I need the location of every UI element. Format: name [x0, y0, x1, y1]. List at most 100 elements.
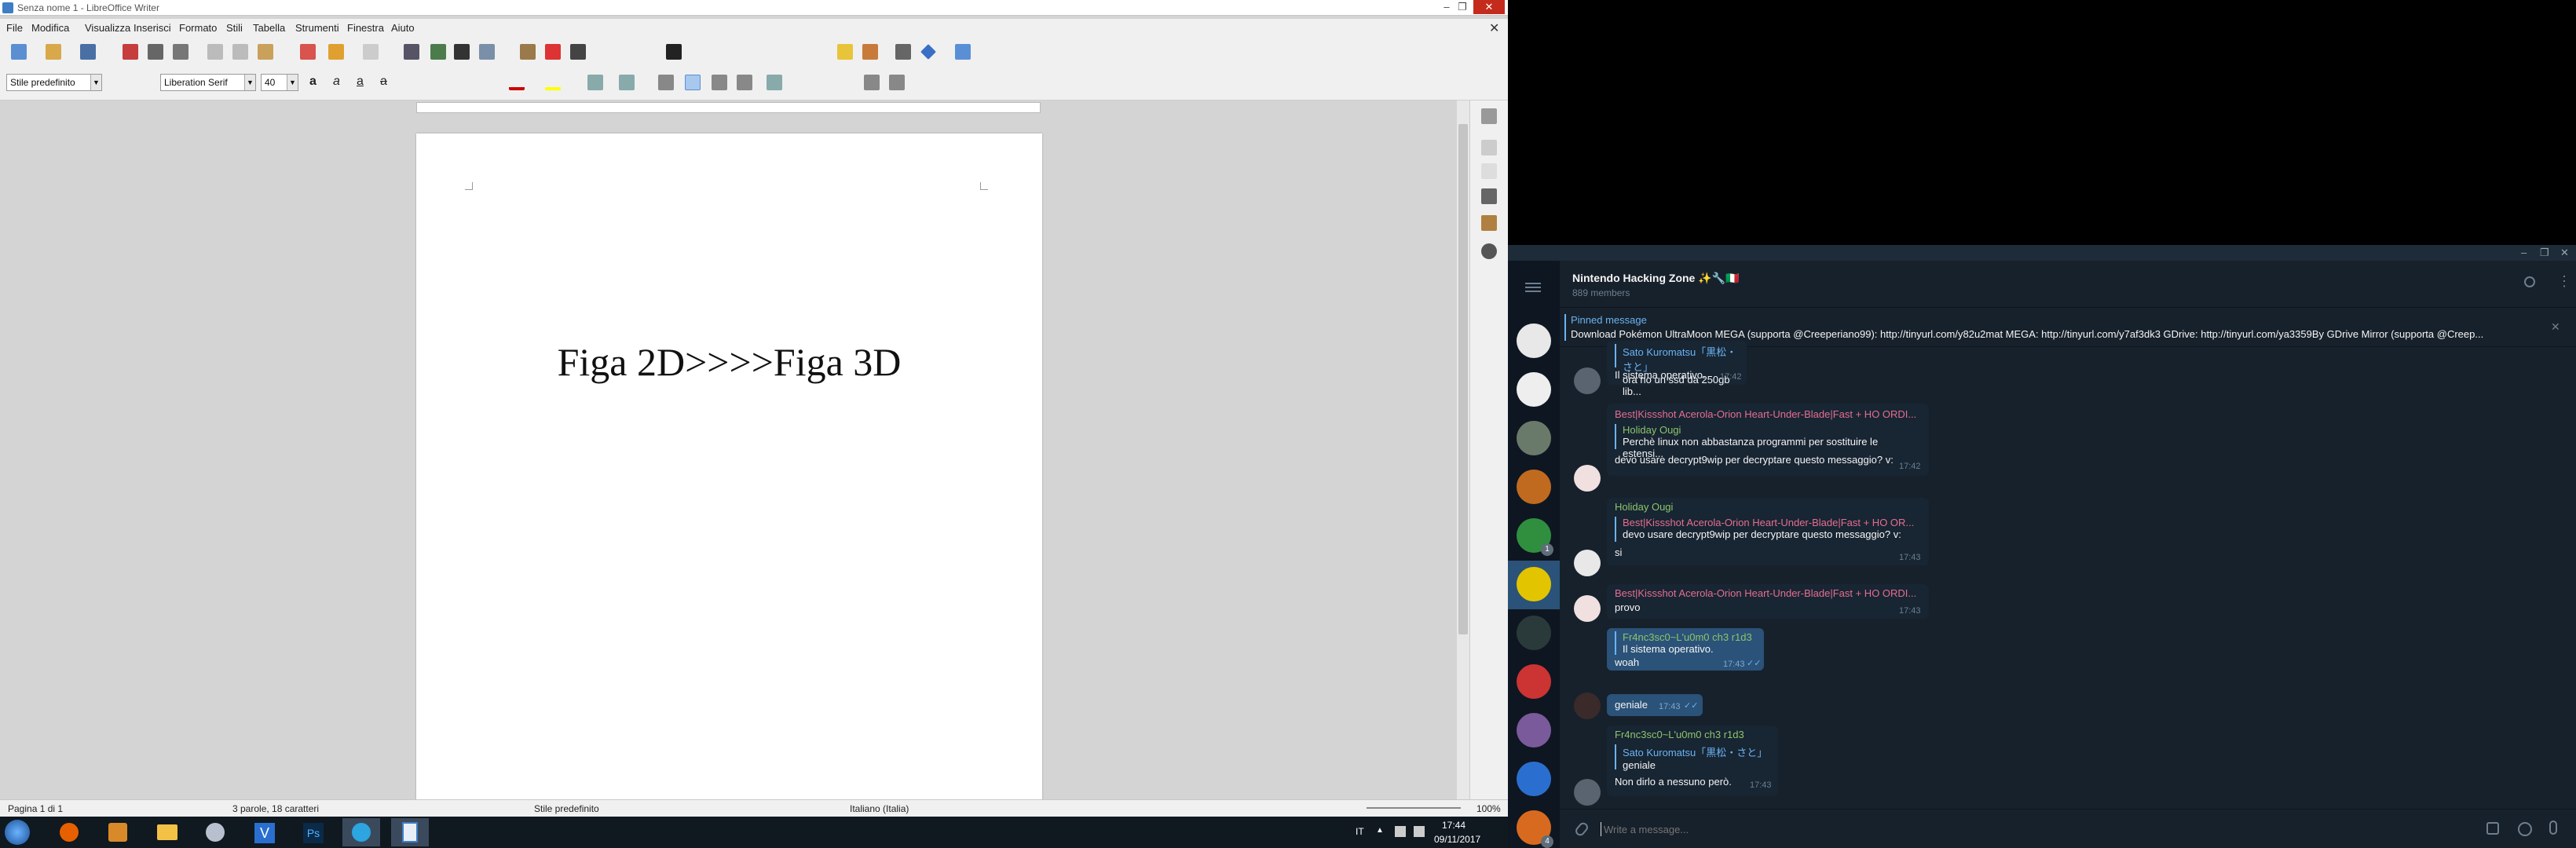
menu-icon[interactable]	[1525, 283, 1541, 292]
menu-inserisci[interactable]: Inserisci	[134, 22, 171, 34]
show-draw-functions-icon[interactable]	[955, 44, 971, 60]
copy-icon[interactable]	[232, 44, 248, 60]
page-icon[interactable]	[1481, 140, 1497, 155]
save-icon[interactable]	[80, 44, 96, 60]
horizontal-ruler[interactable]	[416, 102, 1041, 113]
justify-icon[interactable]	[737, 75, 752, 90]
cut-icon[interactable]	[207, 44, 223, 60]
styles-icon[interactable]	[1481, 163, 1497, 179]
line-spacing-icon[interactable]	[767, 75, 782, 90]
menu-modifica[interactable]: Modifica	[31, 22, 69, 34]
track-changes-icon[interactable]	[862, 44, 878, 60]
insert-textbox-icon[interactable]	[570, 44, 586, 60]
tray-up-icon[interactable]: ▲	[1376, 826, 1385, 835]
bold-icon[interactable]: a	[309, 75, 325, 90]
message-bubble[interactable]: Fr4nc3sc0~L'u0m0 ch3 r1d3 Sato Kuromatsu…	[1607, 726, 1778, 796]
explorer-taskbar-icon[interactable]	[148, 818, 185, 846]
properties-icon[interactable]	[1481, 108, 1497, 124]
export-pdf-icon[interactable]	[123, 44, 138, 60]
chat-avatar[interactable]	[1517, 616, 1551, 650]
font-color-icon[interactable]	[509, 75, 525, 90]
sender-name[interactable]: Fr4nc3sc0~L'u0m0 ch3 r1d3	[1615, 729, 1744, 740]
maximize-icon[interactable]: ❐	[1454, 0, 1470, 14]
bot-commands-icon[interactable]	[2486, 822, 2499, 835]
chat-avatar[interactable]	[1517, 713, 1551, 747]
chat-avatar[interactable]	[1517, 372, 1551, 407]
find-replace-icon[interactable]	[404, 44, 419, 60]
menu-strumenti[interactable]: Strumenti	[295, 22, 339, 34]
sender-name[interactable]: Best|Kissshot Acerola-Orion Heart-Under-…	[1615, 408, 1916, 420]
minimize-icon[interactable]: –	[1439, 0, 1454, 14]
align-right-icon[interactable]	[712, 75, 727, 90]
message-bubble-outgoing[interactable]: Fr4nc3sc0~L'u0m0 ch3 r1d3 Il sistema ope…	[1607, 628, 1764, 671]
menu-visualizza[interactable]: Visualizza	[85, 22, 130, 34]
minimize-icon[interactable]: –	[2521, 247, 2527, 258]
sender-avatar[interactable]	[1574, 779, 1601, 806]
underline-icon[interactable]: a	[357, 75, 372, 90]
close-icon[interactable]: ✕	[2560, 247, 2569, 259]
message-bubble-outgoing[interactable]: geniale 17:43 ✓✓	[1607, 694, 1703, 716]
menu-file[interactable]: File	[6, 22, 23, 34]
insert-table-icon[interactable]	[479, 44, 495, 60]
start-button[interactable]	[5, 820, 30, 845]
document-text[interactable]: Figa 2D>>>>Figa 3D	[416, 339, 1042, 385]
formatting-marks-icon[interactable]	[454, 44, 470, 60]
font-size-select[interactable]: 40 ▼	[261, 74, 298, 91]
maximize-icon[interactable]: ❐	[2540, 247, 2549, 259]
font-name-select[interactable]: Liberation Serif ▼	[160, 74, 256, 91]
message-bubble[interactable]: Holiday Ougi Best|Kissshot Acerola-Orion…	[1607, 498, 1929, 565]
status-zoom[interactable]: 100%	[1476, 803, 1501, 814]
decrease-indent-icon[interactable]	[889, 75, 905, 90]
menu-stili[interactable]: Stili	[226, 22, 243, 34]
language-indicator[interactable]: IT	[1356, 826, 1364, 837]
italic-icon[interactable]: a	[333, 75, 349, 90]
close-icon[interactable]: ✕	[1473, 0, 1505, 14]
sender-avatar[interactable]	[1574, 550, 1601, 576]
basic-shapes-icon[interactable]	[920, 44, 936, 60]
firefox-taskbar-icon[interactable]	[50, 818, 88, 846]
message-bubble[interactable]: Best|Kissshot Acerola-Orion Heart-Under-…	[1607, 404, 1929, 476]
menu-tabella[interactable]: Tabella	[253, 22, 285, 34]
sender-avatar[interactable]	[1574, 693, 1601, 719]
visual-studio-taskbar-icon[interactable]: V	[245, 818, 283, 846]
spellcheck-icon[interactable]	[430, 44, 446, 60]
align-left-icon[interactable]	[658, 75, 674, 90]
vertical-scrollbar[interactable]	[1457, 101, 1469, 799]
chat-avatar-active[interactable]	[1517, 567, 1551, 601]
chat-avatar[interactable]	[1517, 762, 1551, 796]
open-folder-icon[interactable]	[46, 44, 61, 60]
insert-special-character-icon[interactable]	[666, 44, 682, 60]
highlight-icon[interactable]	[545, 75, 561, 90]
close-document-icon[interactable]: ✕	[1489, 20, 1499, 36]
clone-formatting-icon[interactable]	[300, 44, 316, 60]
status-language[interactable]: Italiano (Italia)	[850, 803, 909, 814]
message-bubble[interactable]: Sato Kuromatsu「黒松・さと」 ora ho un ssd da 2…	[1607, 341, 1747, 397]
clock-time[interactable]: 17:44	[1442, 820, 1465, 831]
new-document-icon[interactable]	[11, 44, 27, 60]
strikethrough-icon[interactable]: a	[380, 75, 396, 90]
search-icon[interactable]	[2524, 276, 2535, 287]
numbered-list-icon[interactable]	[619, 75, 635, 90]
network-icon[interactable]	[1395, 826, 1406, 837]
redo-icon[interactable]	[363, 44, 379, 60]
scroll-thumb[interactable]	[1458, 124, 1468, 634]
media-player-taskbar-icon[interactable]	[99, 818, 137, 846]
paragraph-style-select[interactable]: Stile predefinito ▼	[6, 74, 102, 91]
sender-name[interactable]: Holiday Ougi	[1615, 501, 1673, 513]
chat-title[interactable]: Nintendo Hacking Zone ✨🔧🇮🇹	[1572, 272, 1740, 285]
sender-avatar[interactable]	[1574, 595, 1601, 622]
message-bubble[interactable]: Best|Kissshot Acerola-Orion Heart-Under-…	[1607, 584, 1929, 619]
chat-avatar[interactable]	[1517, 470, 1551, 504]
volume-icon[interactable]	[1414, 826, 1425, 837]
menu-aiuto[interactable]: Aiuto	[391, 22, 415, 34]
photoshop-taskbar-icon[interactable]: Ps	[294, 818, 331, 846]
chat-avatar[interactable]	[1517, 323, 1551, 358]
app-taskbar-icon[interactable]	[196, 818, 234, 846]
zoom-slider[interactable]	[1367, 807, 1461, 809]
paste-icon[interactable]	[258, 44, 273, 60]
increase-indent-icon[interactable]	[864, 75, 880, 90]
sender-name[interactable]: Best|Kissshot Acerola-Orion Heart-Under-…	[1615, 587, 1916, 599]
menu-formato[interactable]: Formato	[179, 22, 217, 34]
more-options-icon[interactable]: ⋮	[2557, 273, 2571, 290]
gallery-icon[interactable]	[1481, 215, 1497, 231]
